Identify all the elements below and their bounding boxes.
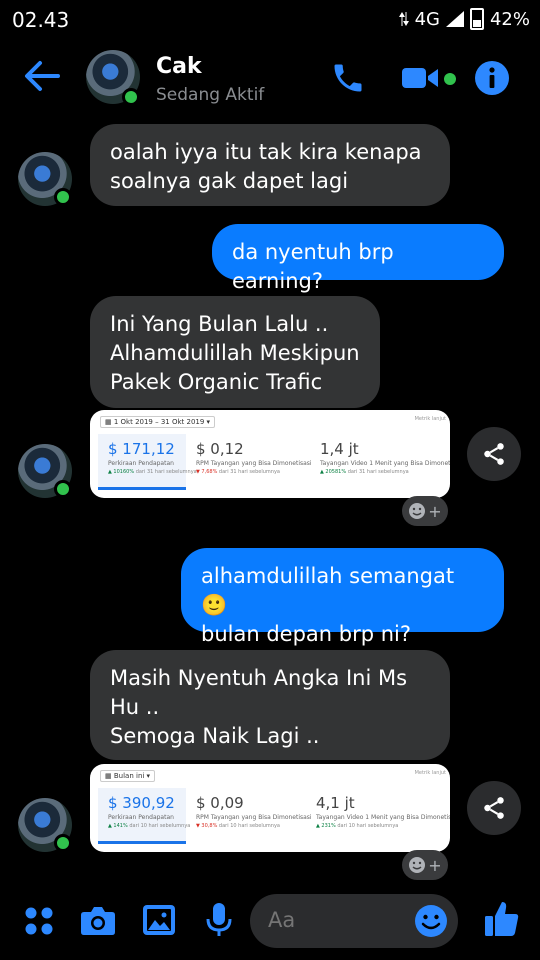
signal-icon bbox=[445, 11, 464, 27]
phone-icon[interactable] bbox=[330, 60, 366, 96]
status-bar: 02.43 4G 42% bbox=[0, 0, 540, 38]
metric-value: $ 0,09 bbox=[196, 794, 244, 812]
metric-revenue: $ 171,12 Perkiraan Pendapatan ▲ 10160% d… bbox=[98, 434, 197, 490]
online-indicator bbox=[54, 480, 72, 498]
share-button[interactable] bbox=[467, 781, 521, 835]
like-thumbs-up-icon[interactable] bbox=[484, 900, 520, 938]
share-button[interactable] bbox=[467, 427, 521, 481]
message-input[interactable] bbox=[266, 907, 410, 933]
more-actions-icon[interactable] bbox=[24, 906, 54, 936]
back-arrow-icon[interactable] bbox=[24, 60, 60, 92]
smiley-icon bbox=[409, 857, 426, 873]
date-range-selector: ▦ 1 Okt 2019 – 31 Okt 2019 ▾ bbox=[100, 416, 216, 428]
online-indicator bbox=[54, 188, 72, 206]
metric-label: RPM Tayangan yang Bisa Dimonetisasi bbox=[196, 814, 312, 821]
status-indicators: 4G 42% bbox=[398, 8, 530, 30]
message-line: Pakek Organic Trafic bbox=[110, 370, 323, 394]
metric-label: Tayangan Video 1 Menit yang Bisa Dimonet… bbox=[320, 460, 450, 467]
metric-label: Perkiraan Pendapatan bbox=[108, 814, 174, 821]
message-line: Ini Yang Bulan Lalu .. bbox=[110, 312, 329, 336]
info-icon[interactable] bbox=[474, 60, 510, 96]
smiley-icon bbox=[409, 503, 426, 519]
metric-compare: dari 31 hari sebelumnya bbox=[347, 469, 409, 475]
message-line: Masih Nyentuh Angka Ini Ms bbox=[110, 666, 408, 690]
metric-change: ▼ 7,68% bbox=[196, 469, 218, 475]
metric-change: ▲ 141% bbox=[108, 823, 128, 829]
outgoing-message[interactable]: alhamdulillah semangat 🙂 bulan depan brp… bbox=[181, 548, 504, 646]
online-indicator bbox=[54, 834, 72, 852]
metric-rpm: $ 0,12 RPM Tayangan yang Bisa Dimonetisa… bbox=[196, 434, 312, 496]
date-range: 1 Okt 2019 – 31 Okt 2019 bbox=[113, 418, 205, 426]
message-line: Semoga Naik Lagi .. bbox=[110, 724, 320, 748]
message-line: bulan depan brp ni? bbox=[201, 622, 412, 646]
advanced-metrics-link: Metrik lanjut bbox=[414, 770, 446, 776]
message-line: soalnya gak dapet lagi bbox=[110, 169, 349, 193]
metric-change: ▼ 30,8% bbox=[196, 823, 218, 829]
metric-change: ▲ 231% bbox=[316, 823, 336, 829]
add-reaction-button[interactable]: + bbox=[402, 850, 448, 880]
video-call-icon[interactable] bbox=[400, 64, 440, 92]
earnings-screenshot-image[interactable]: ▦ Bulan ini ▾ Metrik lanjut $ 390,92 Per… bbox=[90, 764, 450, 852]
gallery-icon[interactable] bbox=[142, 904, 176, 936]
metric-value: $ 171,12 bbox=[108, 440, 175, 458]
clock: 02.43 bbox=[12, 8, 70, 32]
metric-value: 1,4 jt bbox=[320, 440, 359, 458]
date-range-selector: ▦ Bulan ini ▾ bbox=[100, 770, 156, 782]
earnings-screenshot-image[interactable]: ▦ 1 Okt 2019 – 31 Okt 2019 ▾ Metrik lanj… bbox=[90, 410, 450, 498]
share-icon bbox=[484, 443, 504, 465]
contact-status: Sedang Aktif bbox=[156, 85, 265, 105]
metric-compare: dari 10 hari sebelumnya bbox=[337, 823, 399, 829]
date-range: Bulan ini bbox=[113, 772, 145, 780]
add-reaction-button[interactable]: + bbox=[402, 496, 448, 526]
calendar-icon: ▦ bbox=[105, 772, 112, 780]
metric-compare: dari 10 hari sebelumnya bbox=[218, 823, 280, 829]
network-type: 4G bbox=[414, 8, 440, 30]
metric-value: $ 0,12 bbox=[196, 440, 244, 458]
metric-compare: dari 31 hari sebelumnya bbox=[218, 469, 280, 475]
message-line: Hu .. bbox=[110, 695, 160, 719]
metric-change: ▲ 20581% bbox=[320, 469, 347, 475]
battery-level: 42% bbox=[489, 8, 530, 30]
message-line: oalah iyya itu tak kira kenapa bbox=[110, 140, 422, 164]
online-indicator bbox=[122, 88, 140, 106]
message-line: Alhamdulillah Meskipun bbox=[110, 341, 360, 365]
message-composer[interactable] bbox=[250, 894, 458, 948]
metric-views: 1,4 jt Tayangan Video 1 Menit yang Bisa … bbox=[320, 434, 450, 496]
incoming-message[interactable]: Masih Nyentuh Angka Ini Ms Hu .. Semoga … bbox=[90, 650, 450, 760]
share-icon bbox=[484, 797, 504, 819]
camera-icon[interactable] bbox=[80, 904, 116, 936]
metric-compare: dari 10 hari sebelumnya bbox=[129, 823, 191, 829]
plus-icon: + bbox=[428, 501, 442, 521]
message-line: da nyentuh brp earning? bbox=[232, 240, 394, 293]
metric-value: $ 390,92 bbox=[108, 794, 175, 812]
metric-label: Perkiraan Pendapatan bbox=[108, 460, 174, 467]
video-online-dot bbox=[444, 73, 456, 85]
chat-header bbox=[0, 40, 540, 114]
battery-icon bbox=[469, 8, 484, 30]
metric-compare: dari 31 hari sebelumnya bbox=[135, 469, 197, 475]
metric-label: Tayangan Video 1 Menit yang Bisa Dimonet… bbox=[316, 814, 450, 821]
incoming-message[interactable]: oalah iyya itu tak kira kenapa soalnya g… bbox=[90, 124, 450, 206]
advanced-metrics-link: Metrik lanjut bbox=[414, 416, 446, 422]
incoming-message[interactable]: Ini Yang Bulan Lalu .. Alhamdulillah Mes… bbox=[90, 296, 380, 408]
microphone-icon[interactable] bbox=[206, 902, 232, 938]
outgoing-message[interactable]: da nyentuh brp earning? bbox=[212, 224, 504, 293]
metric-value: 4,1 jt bbox=[316, 794, 355, 812]
metric-views: 4,1 jt Tayangan Video 1 Menit yang Bisa … bbox=[316, 788, 450, 850]
emoji-icon[interactable] bbox=[414, 904, 448, 938]
data-arrows-icon bbox=[398, 12, 409, 26]
message-line: alhamdulillah semangat 🙂 bbox=[201, 564, 455, 617]
plus-icon: + bbox=[428, 855, 442, 875]
metric-rpm: $ 0,09 RPM Tayangan yang Bisa Dimonetisa… bbox=[196, 788, 312, 850]
metric-change: ▲ 10160% bbox=[108, 469, 135, 475]
metric-revenue: $ 390,92 Perkiraan Pendapatan ▲ 141% dar… bbox=[98, 788, 190, 844]
contact-name[interactable]: Cak bbox=[156, 54, 202, 79]
metric-label: RPM Tayangan yang Bisa Dimonetisasi bbox=[196, 460, 312, 467]
calendar-icon: ▦ bbox=[105, 418, 112, 426]
